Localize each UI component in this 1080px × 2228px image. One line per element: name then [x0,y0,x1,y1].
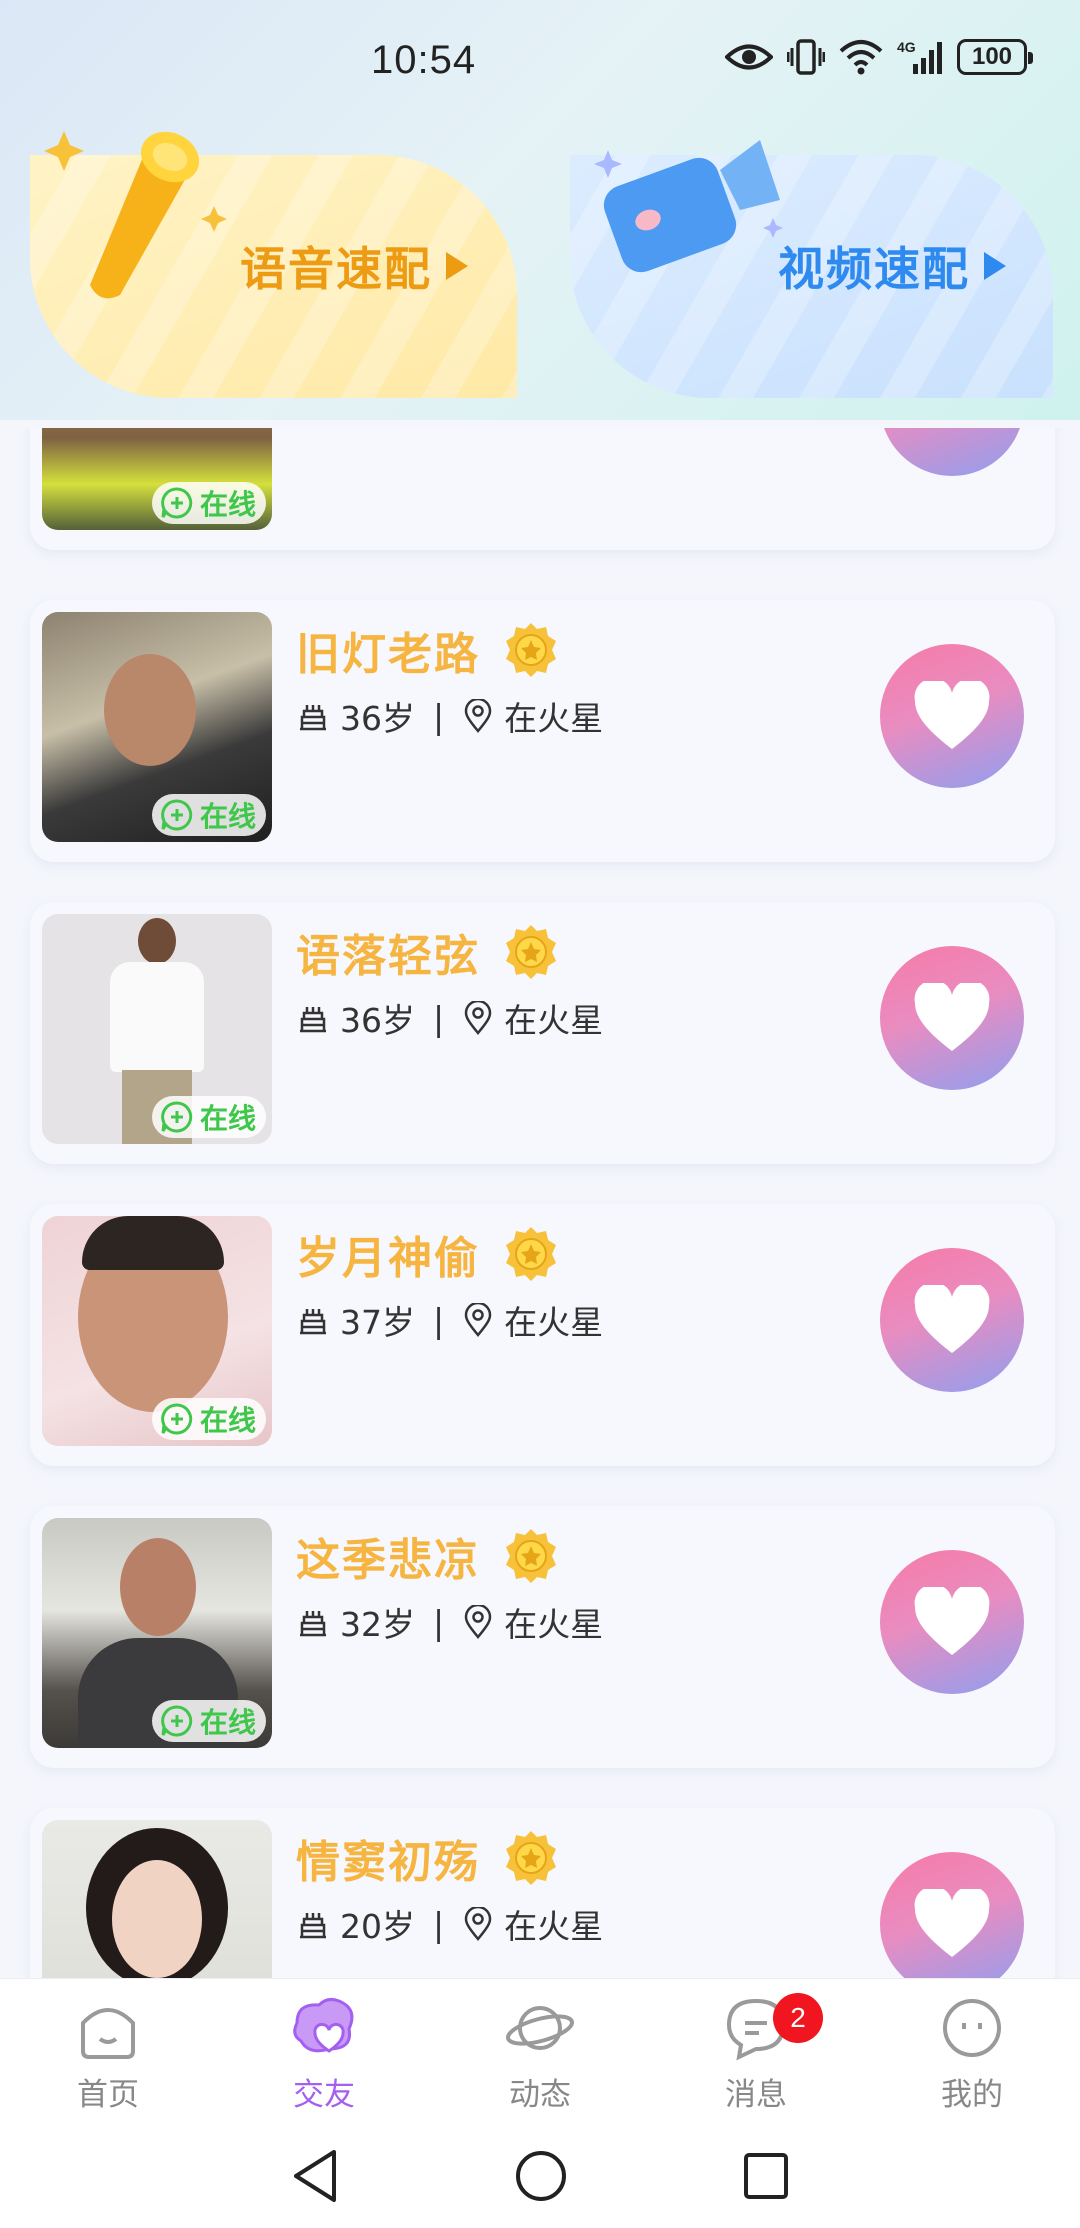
play-arrow-icon [446,252,468,280]
system-navigation-bar [0,2128,1080,2228]
status-icons: 4G 100 [725,38,1033,76]
user-card[interactable]: 情窦初殇 20岁 | 在火星 [30,1808,1055,1978]
status-time: 10:54 [371,38,477,82]
vip-medal-icon [506,925,556,979]
friends-icon [293,1998,354,2053]
vibrate-icon [787,39,825,75]
user-card[interactable]: 在线 旧灯老路 36岁 | 在火星 [30,600,1055,862]
location-pin-icon [464,1303,492,1337]
bottom-tab-bar: 首页 交友 动态 消息 2 我的 [0,1978,1080,2128]
user-age: 32岁 [340,1605,415,1644]
online-badge: 在线 [151,1398,266,1440]
tab-profile[interactable]: 我的 [897,1993,1047,2123]
signal-4g-icon: 4G [897,39,942,74]
user-location: 在火星 [504,1001,604,1040]
user-age: 36岁 [340,699,415,738]
user-location: 在火星 [504,1907,604,1946]
wifi-icon [839,40,883,75]
unread-count-badge: 2 [773,1993,823,2043]
user-name: 情窦初殇 [296,1837,480,1888]
user-card[interactable]: 在线 岁月神偷 37岁 | 在火星 [30,1204,1055,1466]
birthday-cake-icon [300,1913,326,1939]
tab-messages-label: 消息 [725,2077,787,2113]
heart-icon [914,1889,990,1957]
microphone-icon [44,131,227,299]
user-avatar[interactable]: 在线 [42,612,272,842]
like-button[interactable] [880,1550,1024,1694]
recents-icon[interactable] [742,2148,790,2204]
tab-home-label: 首页 [77,2077,139,2113]
user-list[interactable]: 在线 在线 旧灯老路 36岁 | 在火星 在线 语落轻弦 36岁 | 在火星 在… [0,428,1080,1978]
video-match-label: 视频速配 [778,233,1006,299]
location-pin-icon [464,699,492,733]
profile-icon [943,1999,1001,2057]
chat-plus-icon [161,487,193,519]
birthday-cake-icon [300,705,326,731]
chat-plus-icon [161,1101,193,1133]
user-card[interactable]: 在线 语落轻弦 36岁 | 在火星 [30,902,1055,1164]
location-pin-icon [464,1907,492,1941]
online-badge: 在线 [151,794,266,836]
user-card[interactable]: 在线 这季悲凉 32岁 | 在火星 [30,1506,1055,1768]
like-button[interactable] [880,946,1024,1090]
tab-messages[interactable]: 消息 2 [681,1993,831,2123]
voice-match-label: 语音速配 [240,233,468,299]
online-badge: 在线 [151,1700,266,1742]
user-avatar[interactable]: 在线 [42,914,272,1144]
heart-icon [914,1587,990,1655]
vip-medal-icon [506,623,556,677]
online-badge: 在线 [151,482,266,524]
eye-icon [725,44,773,70]
user-avatar[interactable] [42,1820,272,1978]
location-pin-icon [464,1001,492,1035]
tab-moments[interactable]: 动态 [465,1993,615,2123]
user-name: 旧灯老路 [296,629,480,680]
battery-indicator: 100 [957,39,1033,75]
tab-profile-label: 我的 [941,2077,1003,2113]
home-icon [81,2008,135,2059]
user-location: 在火星 [504,1605,604,1644]
chat-plus-icon [161,1403,193,1435]
birthday-cake-icon [300,1309,326,1335]
chat-plus-icon [161,799,193,831]
user-avatar[interactable]: 在线 [42,428,272,530]
birthday-cake-icon [300,1611,326,1637]
like-button[interactable] [880,644,1024,788]
planet-icon [505,2006,575,2050]
back-icon[interactable] [290,2148,340,2204]
vip-medal-icon [506,1529,556,1583]
user-avatar[interactable]: 在线 [42,1518,272,1748]
user-location: 在火星 [504,699,604,738]
heart-icon [914,1285,990,1353]
vip-medal-icon [506,1831,556,1885]
user-name: 这季悲凉 [296,1535,480,1586]
svg-text:4G: 4G [897,39,916,55]
tab-moments-label: 动态 [509,2077,571,2113]
like-button[interactable] [880,428,1024,476]
location-pin-icon [464,1605,492,1639]
like-button[interactable] [880,1248,1024,1392]
user-card-partial[interactable]: 在线 [30,428,1055,550]
tab-friends-label: 交友 [293,2077,355,2113]
user-name: 岁月神偷 [296,1233,480,1284]
user-age: 36岁 [340,1001,415,1040]
birthday-cake-icon [300,1007,326,1033]
home-circle-icon[interactable] [514,2148,568,2204]
online-badge: 在线 [151,1096,266,1138]
heart-icon [914,681,990,749]
chat-plus-icon [161,1705,193,1737]
user-age: 37岁 [340,1303,415,1342]
like-button[interactable] [880,1852,1024,1978]
user-age: 20岁 [340,1907,415,1946]
user-location: 在火星 [504,1303,604,1342]
vip-medal-icon [506,1227,556,1281]
user-avatar[interactable]: 在线 [42,1216,272,1446]
play-arrow-icon [984,252,1006,280]
tab-home[interactable]: 首页 [33,1993,183,2123]
user-name: 语落轻弦 [296,931,480,982]
heart-icon [914,983,990,1051]
video-camera-icon [594,140,783,273]
tab-friends[interactable]: 交友 [249,1993,399,2123]
